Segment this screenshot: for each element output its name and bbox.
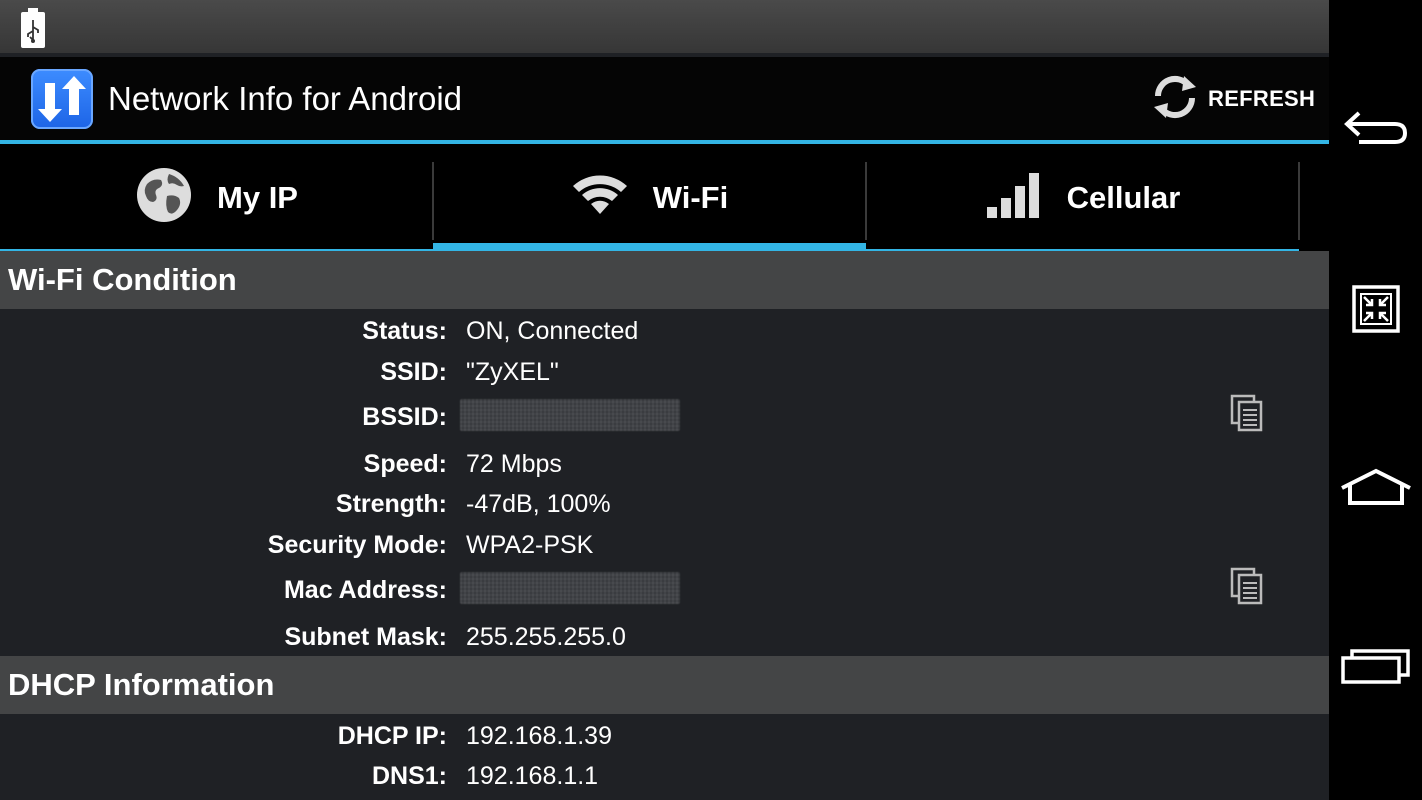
copy-icon[interactable] (1230, 567, 1264, 605)
row-label: Mac Address: (283, 576, 447, 604)
row-label: Subnet Mask: (284, 623, 447, 651)
section-header-dhcp: DHCP Information (0, 656, 1329, 714)
compat-zoom-icon (1351, 284, 1401, 339)
row-value: 72 Mbps (466, 450, 562, 478)
tab-wifi[interactable]: Wi-Fi (433, 144, 866, 251)
usb-debugging-icon (20, 7, 46, 54)
tab-label: Wi-Fi (652, 179, 729, 215)
section-title: Wi-Fi Condition (8, 262, 237, 297)
tab-divider (1298, 162, 1300, 240)
row-value: -47dB, 100% (466, 490, 611, 518)
row-label: Status: (362, 317, 447, 345)
info-row-security-mode: Security Mode: WPA2-PSK (0, 525, 1329, 565)
copy-icon[interactable] (1230, 394, 1264, 432)
tab-label: Cellular (1066, 179, 1181, 215)
tab-bar: My IP Wi-Fi Cellular (0, 144, 1329, 251)
row-label: BSSID: (362, 403, 447, 431)
tab-indicator-selected (433, 243, 866, 251)
row-label: DHCP IP: (337, 722, 447, 750)
globe-icon (135, 166, 193, 229)
action-bar: Network Info for Android REFRESH (0, 57, 1329, 140)
info-row-dns1: DNS1: 192.168.1.1 (0, 756, 1329, 796)
row-value: 192.168.1.1 (466, 762, 599, 790)
system-navigation-bar (1329, 0, 1422, 800)
info-row-subnet-mask: Subnet Mask: 255.255.255.0 (0, 617, 1329, 657)
info-row-ssid: SSID: "ZyXEL" (0, 352, 1329, 392)
redacted-value (460, 399, 680, 431)
app-screen: Network Info for Android REFRESH My IP W… (0, 0, 1329, 800)
back-button[interactable] (1337, 94, 1415, 164)
home-button[interactable] (1337, 455, 1415, 525)
info-row-mac-address: Mac Address: (0, 567, 1329, 610)
row-value: WPA2-PSK (466, 531, 594, 559)
recents-button[interactable] (1337, 634, 1415, 704)
info-row-dhcp-ip: DHCP IP: 192.168.1.39 (0, 716, 1329, 756)
refresh-icon (1148, 70, 1202, 129)
info-row-speed: Speed: 72 Mbps (0, 444, 1329, 484)
row-value: 192.168.1.39 (466, 722, 612, 750)
row-label: Speed: (363, 450, 447, 478)
redacted-value (460, 572, 680, 604)
tab-my-ip[interactable]: My IP (0, 144, 433, 251)
row-label: Strength: (335, 490, 447, 518)
tab-label: My IP (217, 179, 298, 215)
home-icon (1338, 468, 1414, 513)
section-header-wifi-condition: Wi-Fi Condition (0, 251, 1329, 309)
status-bar (0, 0, 1329, 53)
wifi-icon (571, 172, 629, 223)
refresh-button[interactable]: REFRESH (1148, 71, 1315, 127)
up-down-arrows-icon (31, 69, 93, 129)
refresh-label: REFRESH (1208, 86, 1316, 111)
row-value: "ZyXEL" (466, 358, 559, 386)
back-icon (1341, 107, 1411, 152)
info-row-bssid: BSSID: (0, 394, 1329, 437)
compat-zoom-button[interactable] (1337, 276, 1415, 346)
recents-icon (1340, 648, 1412, 691)
tab-cellular[interactable]: Cellular (866, 144, 1299, 251)
row-label: DNS1: (371, 762, 447, 790)
section-title: DHCP Information (8, 667, 275, 702)
row-value: 255.255.255.0 (466, 623, 626, 651)
row-label: SSID: (380, 358, 447, 386)
app-title: Network Info for Android (108, 80, 463, 117)
info-row-status: Status: ON, Connected (0, 311, 1329, 351)
row-value: ON, Connected (466, 317, 639, 345)
info-row-strength: Strength: -47dB, 100% (0, 484, 1329, 524)
row-label: Security Mode: (267, 531, 447, 559)
signal-bars-icon (985, 171, 1043, 224)
